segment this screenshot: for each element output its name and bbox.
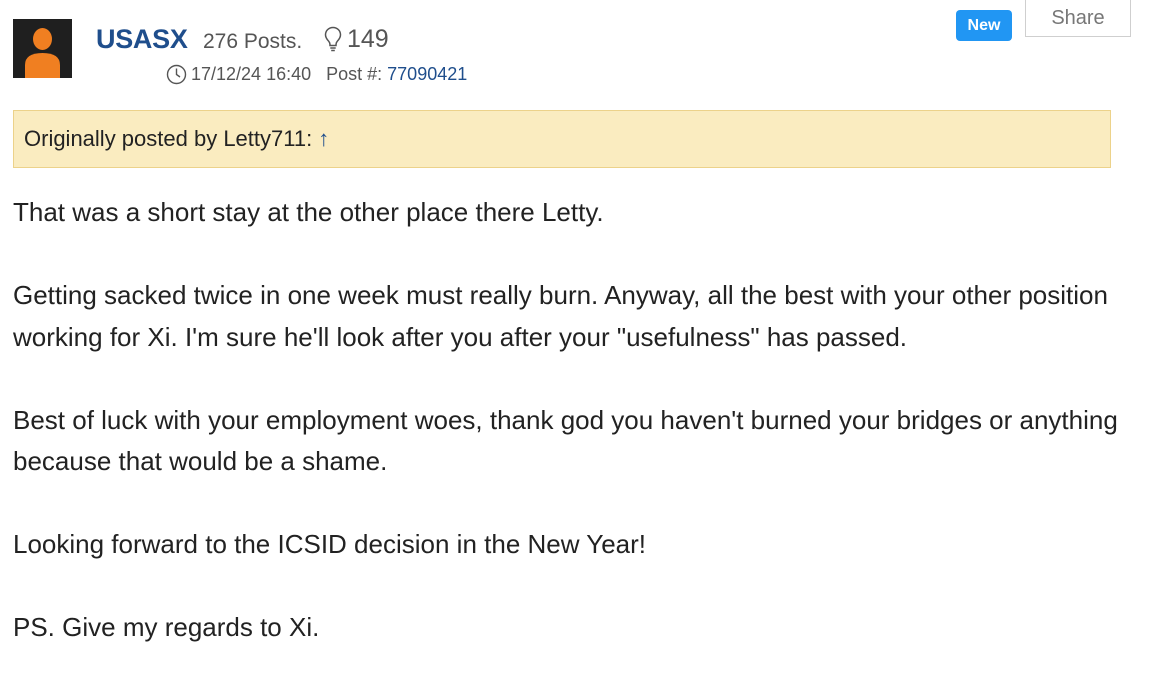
post-paragraph: Getting sacked twice in one week must re…: [13, 280, 1108, 352]
clock-icon: [166, 64, 187, 85]
share-button[interactable]: Share: [1025, 0, 1131, 37]
post-timestamp: 17/12/24 16:40: [191, 63, 312, 84]
post-paragraph: PS. Give my regards to Xi.: [13, 612, 320, 642]
new-badge: New: [956, 10, 1012, 41]
likes[interactable]: 149: [324, 24, 389, 54]
lightbulb-icon: [324, 26, 342, 52]
likes-count: 149: [347, 25, 389, 53]
quote-label: Originally posted by Letty711:: [24, 126, 313, 151]
avatar[interactable]: [13, 19, 72, 78]
post-paragraph: Looking forward to the ICSID decision in…: [13, 529, 647, 559]
post-header: USASX 276 Posts. 149 17/12/24 16:40 Post…: [0, 0, 1149, 100]
post-meta: 17/12/24 16:40 Post #: 77090421: [166, 62, 467, 86]
post-body: That was a short stay at the other place…: [13, 192, 1133, 690]
post-number-link[interactable]: 77090421: [387, 64, 467, 85]
quote-header: Originally posted by Letty711: ↑: [13, 110, 1111, 168]
post-paragraph: Best of luck with your employment woes, …: [13, 404, 1118, 477]
quote-jump-arrow-icon[interactable]: ↑: [318, 126, 329, 152]
post-count: 276 Posts.: [203, 30, 303, 53]
post-paragraph: That was a short stay at the other place…: [13, 197, 604, 227]
username-link[interactable]: USASX: [96, 22, 188, 56]
post-number-label: Post #:: [326, 63, 383, 84]
user-silhouette-icon: [13, 19, 72, 78]
